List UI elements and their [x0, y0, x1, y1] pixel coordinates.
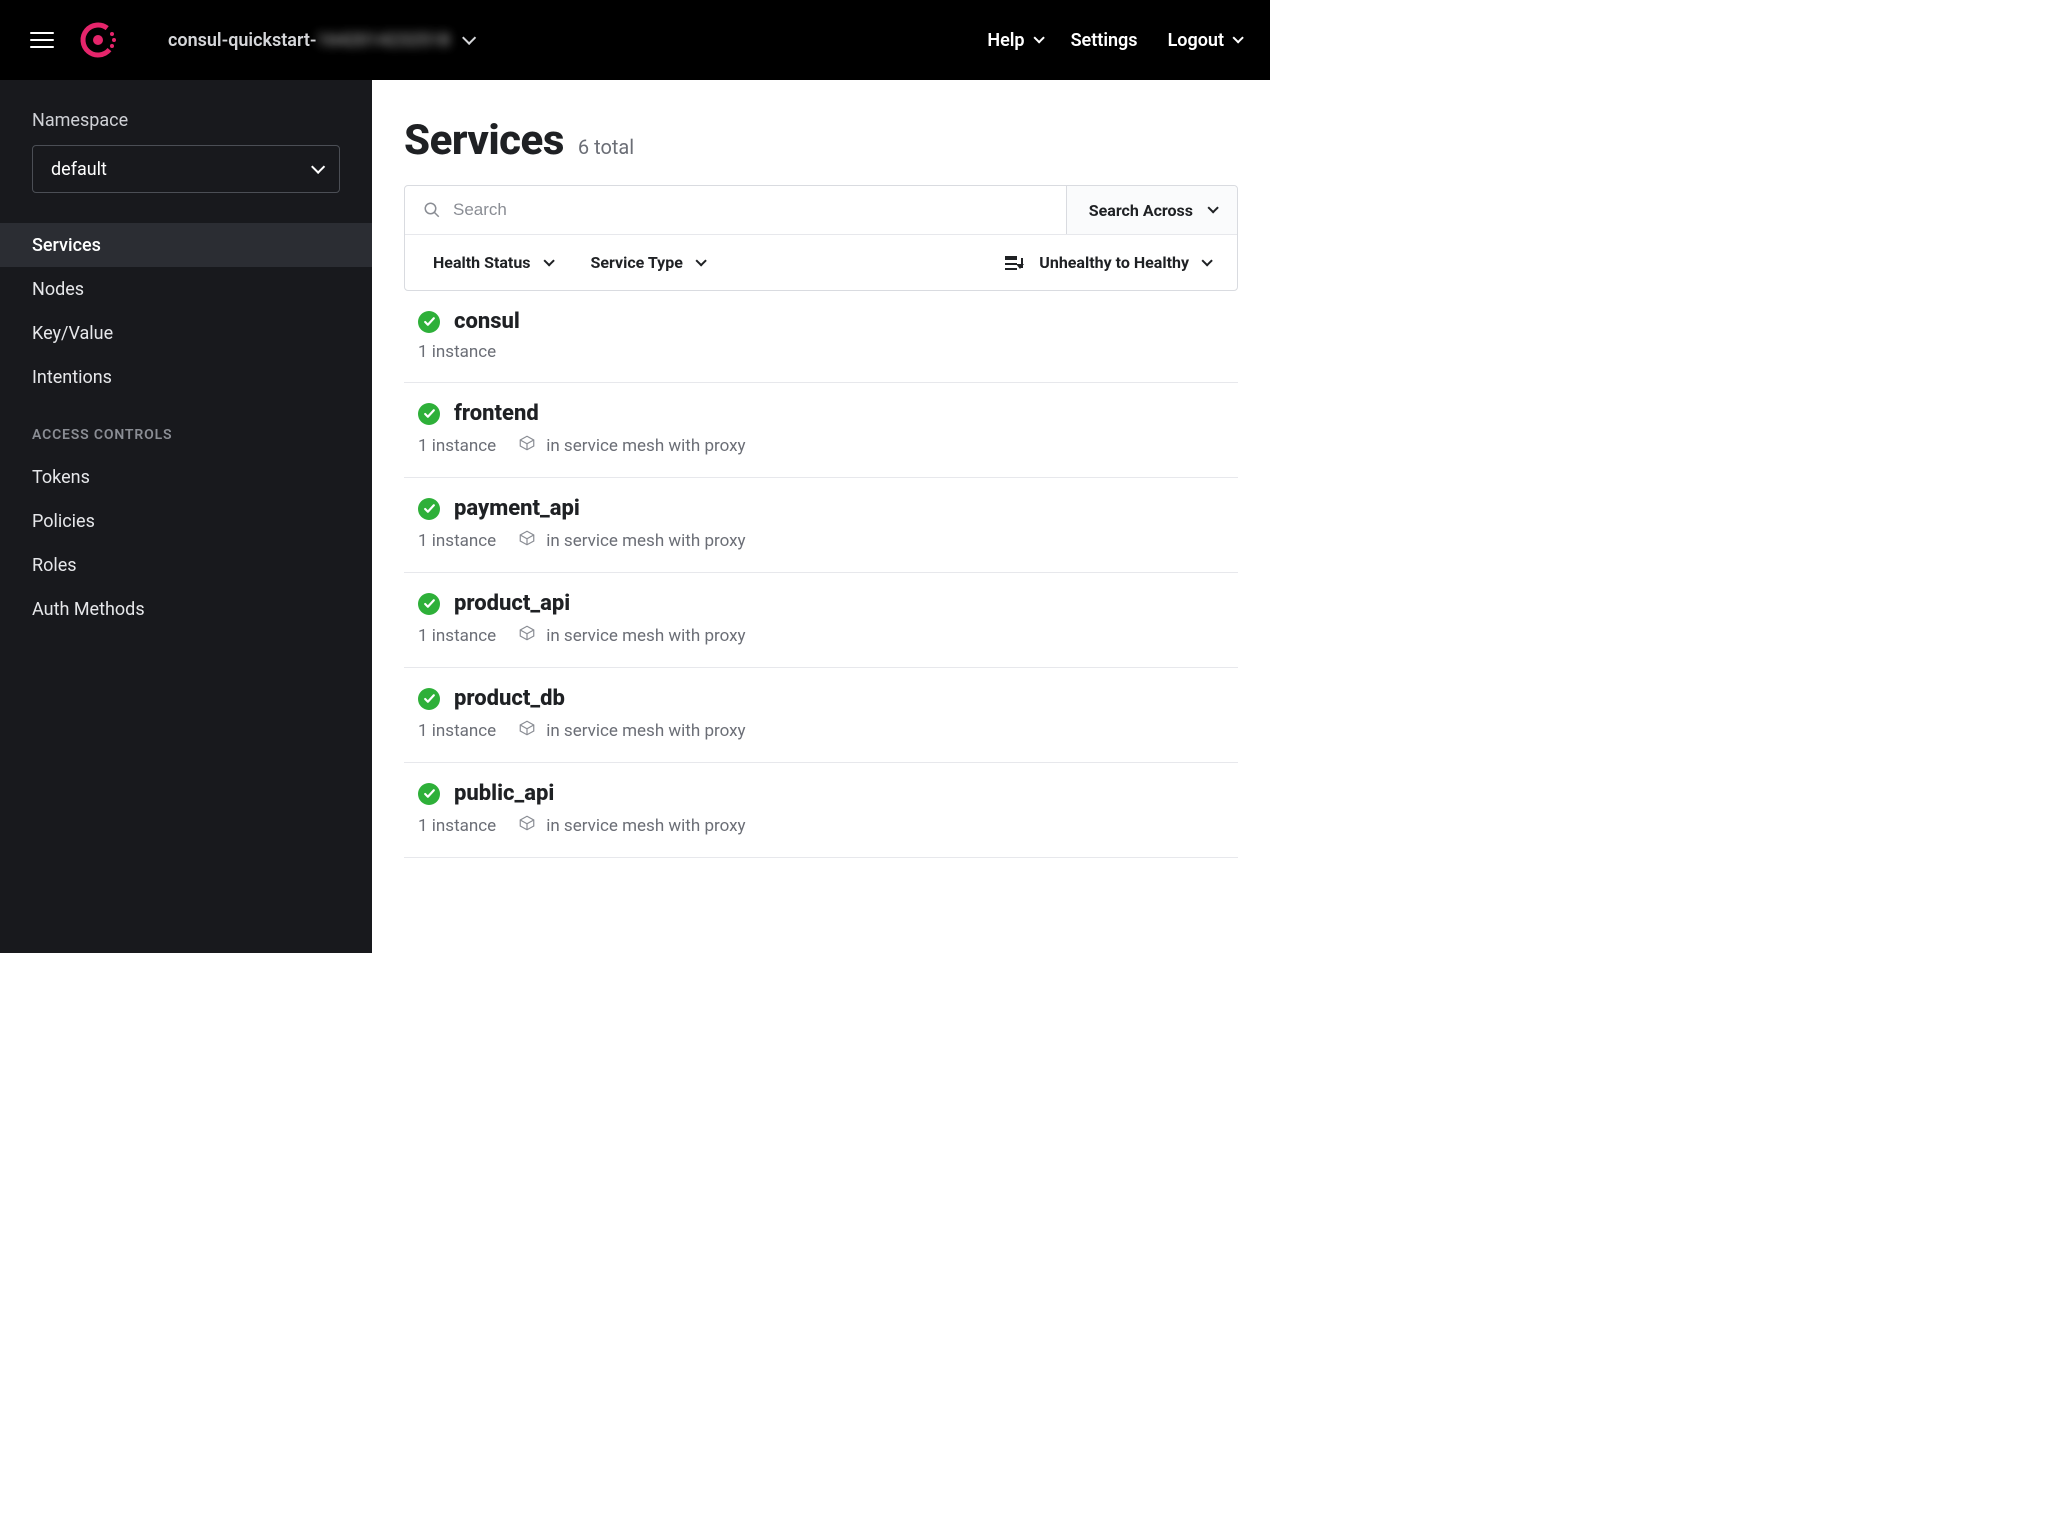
chevron-down-icon [1033, 32, 1044, 43]
chevron-down-icon [543, 255, 554, 266]
health-check-passing-icon [418, 498, 440, 520]
sidebar-item-nodes[interactable]: Nodes [0, 267, 372, 311]
sidebar: Namespace default ServicesNodesKey/Value… [0, 80, 372, 953]
access-controls-heading: ACCESS CONTROLS [0, 399, 372, 455]
settings-label: Settings [1071, 30, 1138, 51]
service-row[interactable]: frontend 1 instance in service mesh with p… [404, 383, 1238, 478]
mesh-label: in service mesh with proxy [546, 436, 745, 456]
health-check-passing-icon [418, 783, 440, 805]
consul-logo-icon [78, 20, 118, 60]
cluster-name-prefix: consul-quickstart- [168, 30, 317, 51]
health-status-label: Health Status [433, 253, 531, 272]
service-row[interactable]: payment_api 1 instance in service mesh wit… [404, 478, 1238, 573]
consul-logo[interactable] [78, 20, 118, 60]
search-across-label: Search Across [1089, 201, 1193, 220]
namespace-value: default [51, 159, 107, 180]
sidebar-item-key-value[interactable]: Key/Value [0, 311, 372, 355]
help-label: Help [987, 30, 1024, 51]
service-name: consul [454, 309, 520, 334]
main-content: Services 6 total Search Across Health St [372, 80, 1270, 953]
chevron-down-icon [1201, 255, 1212, 266]
service-name: product_api [454, 591, 570, 616]
health-check-passing-icon [418, 688, 440, 710]
instance-count: 1 instance [418, 342, 496, 362]
mesh-badge: in service mesh with proxy [518, 624, 745, 647]
instance-count: 1 instance [418, 626, 496, 646]
chevron-down-icon [1232, 32, 1243, 43]
logout-menu[interactable]: Logout [1168, 30, 1240, 51]
service-type-label: Service Type [591, 253, 683, 272]
search-icon [423, 201, 441, 219]
service-row[interactable]: product_db 1 instance in service mesh with… [404, 668, 1238, 763]
service-name: frontend [454, 401, 539, 426]
service-list: consul 1 instance frontend 1 instance in ser… [404, 291, 1238, 858]
mesh-icon [518, 529, 536, 552]
top-nav: Help Settings Logout [987, 30, 1240, 51]
mesh-badge: in service mesh with proxy [518, 529, 745, 552]
sidebar-item-policies[interactable]: Policies [0, 499, 372, 543]
mesh-icon [518, 434, 536, 457]
top-bar: consul-quickstart-1642014232518 Help Set… [0, 0, 1270, 80]
chevron-down-icon [462, 31, 476, 45]
mesh-label: in service mesh with proxy [546, 531, 745, 551]
sort-dropdown[interactable]: Unhealthy to Healthy [1005, 253, 1209, 272]
mesh-icon [518, 814, 536, 837]
sidebar-item-auth-methods[interactable]: Auth Methods [0, 587, 372, 631]
search-box[interactable] [405, 186, 1066, 234]
mesh-icon [518, 624, 536, 647]
help-menu[interactable]: Help [987, 30, 1040, 51]
health-status-filter[interactable]: Health Status [433, 253, 551, 272]
namespace-select[interactable]: default [32, 145, 340, 193]
mesh-badge: in service mesh with proxy [518, 814, 745, 837]
service-row[interactable]: consul 1 instance [404, 291, 1238, 383]
mesh-badge: in service mesh with proxy [518, 434, 745, 457]
namespace-label: Namespace [0, 110, 372, 145]
instance-count: 1 instance [418, 721, 496, 741]
sort-label: Unhealthy to Healthy [1039, 253, 1189, 272]
health-check-passing-icon [418, 311, 440, 333]
toolbar: Search Across Health Status Service Type… [404, 185, 1238, 291]
mesh-label: in service mesh with proxy [546, 816, 745, 836]
settings-link[interactable]: Settings [1071, 30, 1138, 51]
cluster-name-masked: 1642014232518 [317, 30, 451, 51]
mesh-icon [518, 719, 536, 742]
page-title: Services [404, 116, 564, 165]
datacenter-picker[interactable]: consul-quickstart-1642014232518 [168, 30, 472, 51]
health-check-passing-icon [418, 593, 440, 615]
chevron-down-icon [311, 160, 325, 174]
mesh-label: in service mesh with proxy [546, 626, 745, 646]
sort-icon [1005, 256, 1021, 270]
service-row[interactable]: public_api 1 instance in service mesh with… [404, 763, 1238, 858]
instance-count: 1 instance [418, 816, 496, 836]
sidebar-item-intentions[interactable]: Intentions [0, 355, 372, 399]
menu-toggle-icon[interactable] [30, 32, 54, 48]
logout-label: Logout [1168, 30, 1224, 51]
search-across-dropdown[interactable]: Search Across [1066, 186, 1237, 234]
service-row[interactable]: product_api 1 instance in service mesh wit… [404, 573, 1238, 668]
service-name: payment_api [454, 496, 580, 521]
chevron-down-icon [695, 255, 706, 266]
mesh-label: in service mesh with proxy [546, 721, 745, 741]
page-count: 6 total [578, 135, 634, 159]
instance-count: 1 instance [418, 436, 496, 456]
chevron-down-icon [1207, 202, 1218, 213]
sidebar-item-services[interactable]: Services [0, 223, 372, 267]
sidebar-item-roles[interactable]: Roles [0, 543, 372, 587]
service-name: product_db [454, 686, 565, 711]
search-input[interactable] [453, 200, 1048, 220]
instance-count: 1 instance [418, 531, 496, 551]
service-name: public_api [454, 781, 554, 806]
mesh-badge: in service mesh with proxy [518, 719, 745, 742]
sidebar-item-tokens[interactable]: Tokens [0, 455, 372, 499]
health-check-passing-icon [418, 403, 440, 425]
service-type-filter[interactable]: Service Type [591, 253, 703, 272]
